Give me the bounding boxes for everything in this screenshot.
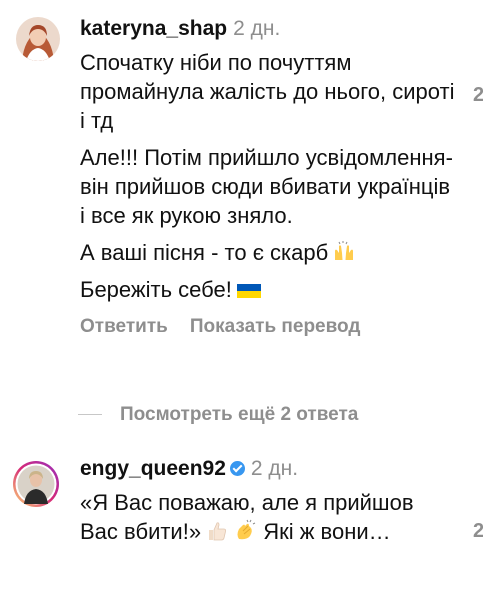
show-translation-button[interactable]: Показать перевод — [190, 316, 361, 337]
comment-paragraph-text: А ваші пісня - то є скарб — [80, 240, 329, 265]
comment-text-part: Які ж вони… — [263, 519, 391, 544]
view-more-replies-button[interactable]: Посмотреть ещё 2 ответа — [78, 404, 358, 426]
comment-meta: kateryna_shap 2 дн. — [80, 16, 457, 42]
timestamp: 2 дн. — [250, 457, 299, 480]
comment-text: «Я Вас поважаю, але я прийшов Вас вбити!… — [80, 488, 457, 546]
comment-meta: engy_queen92 2 дн. — [80, 456, 457, 482]
raising-hands-icon — [332, 240, 356, 264]
like-count[interactable]: 2 — [473, 520, 483, 543]
timestamp: 2 дн. — [233, 17, 281, 40]
comment-paragraph: Бережіть себе! — [80, 275, 457, 304]
comment-paragraph: Але!!! Потім прийшло усвідомлення- він п… — [80, 145, 453, 228]
comment-actions: Ответить Показать перевод — [80, 316, 457, 338]
divider-line — [78, 414, 102, 416]
comments-page: kateryna_shap 2 дн. Спочатку ніби по почу… — [0, 0, 483, 600]
avatar[interactable] — [12, 460, 60, 508]
comment-body: kateryna_shap 2 дн. Спочатку ніби по почу… — [80, 16, 457, 338]
clapping-hands-icon — [233, 519, 257, 543]
username[interactable]: kateryna_shap — [80, 17, 227, 40]
comment-paragraph: А ваші пісня - то є скарб — [80, 238, 457, 267]
comment-body: engy_queen92 2 дн. «Я Вас поважаю, але я … — [80, 456, 457, 546]
thumbs-up-icon — [205, 519, 229, 543]
comment-paragraph: Спочатку ніби по почуттям промайнула жал… — [80, 50, 455, 133]
like-count[interactable]: 2 — [473, 84, 483, 107]
comment-text: Спочатку ніби по почуттям промайнула жал… — [80, 48, 457, 304]
username[interactable]: engy_queen92 — [80, 457, 226, 480]
avatar[interactable] — [16, 17, 60, 61]
reply-button[interactable]: Ответить — [80, 316, 168, 337]
verified-badge-icon — [229, 461, 245, 476]
ukraine-flag-icon — [236, 279, 261, 303]
view-more-replies-label: Посмотреть ещё 2 ответа — [120, 404, 359, 425]
comment-paragraph-text: Бережіть себе! — [80, 277, 232, 302]
